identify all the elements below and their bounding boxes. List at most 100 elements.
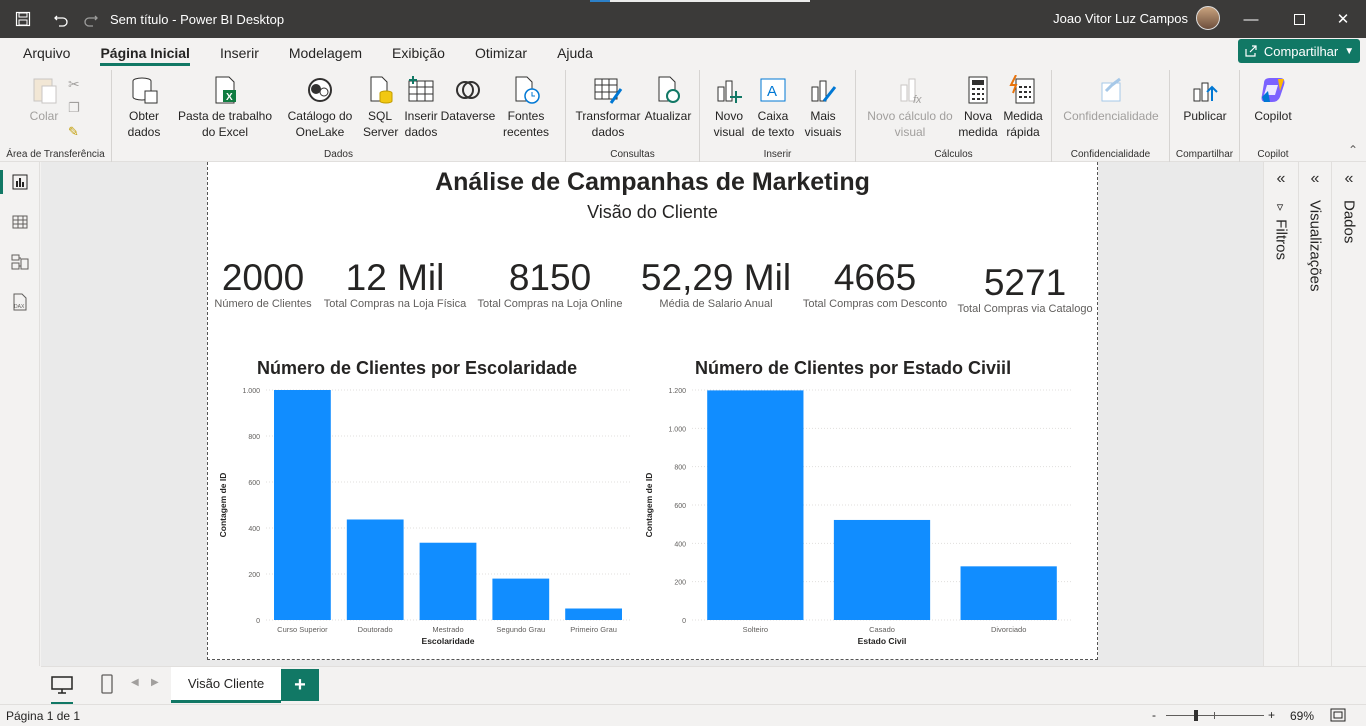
window-title: Sem título - Power BI Desktop xyxy=(110,11,285,27)
redo-icon[interactable] xyxy=(76,0,106,38)
text-box-button[interactable]: A Caixa de texto xyxy=(748,74,798,140)
bar[interactable] xyxy=(707,390,804,620)
zoom-level[interactable]: 69% xyxy=(1290,709,1314,723)
tab-otimizar[interactable]: Otimizar xyxy=(460,45,542,66)
next-page-icon[interactable]: ▶ xyxy=(151,677,159,688)
cut-icon[interactable]: ✂ xyxy=(68,76,80,93)
bar[interactable] xyxy=(833,519,931,620)
copilot-icon xyxy=(1258,74,1288,106)
kpi-card[interactable]: 12 Mil Total Compras na Loja Física xyxy=(320,258,470,311)
user-name[interactable]: Joao Vitor Luz Campos xyxy=(1053,11,1188,26)
search-box[interactable] xyxy=(590,0,810,2)
minimize-icon[interactable]: — xyxy=(1228,0,1274,38)
collapse-ribbon-icon[interactable]: ⌃ xyxy=(1348,143,1358,157)
bar-chart-escolaridade[interactable]: 0 200 400 600 800 1.000 Curso Superior Doutorad… xyxy=(214,382,634,672)
tab-pagina-inicial[interactable]: Página Inicial xyxy=(85,45,204,66)
visualizations-pane[interactable]: « Visualizações xyxy=(1298,162,1331,666)
fit-page-icon[interactable] xyxy=(1330,708,1346,725)
bar[interactable] xyxy=(565,608,622,621)
close-icon[interactable]: ✕ xyxy=(1320,0,1366,38)
transform-data-button[interactable]: Transformar dados xyxy=(572,74,644,140)
mobile-layout-icon[interactable] xyxy=(101,674,113,699)
share-button[interactable]: Compartilhar ▼ xyxy=(1238,39,1360,63)
tab-exibicao[interactable]: Exibição xyxy=(377,45,460,66)
zoom-slider-thumb[interactable] xyxy=(1194,710,1198,721)
sensitivity-button[interactable]: Confidencialidade xyxy=(1056,74,1166,124)
new-visual-calc-button[interactable]: fx Novo cálculo do visual xyxy=(862,74,958,140)
tab-ajuda[interactable]: Ajuda xyxy=(542,45,608,66)
copilot-label: Copilot xyxy=(1254,109,1292,123)
report-view-icon[interactable] xyxy=(0,162,40,202)
bar[interactable] xyxy=(346,519,404,620)
y-tick-label: 200 xyxy=(248,572,260,579)
publish-button[interactable]: Publicar xyxy=(1176,74,1234,124)
publish-icon xyxy=(1190,74,1220,106)
desktop-layout-icon[interactable] xyxy=(51,675,73,704)
copilot-button[interactable]: Copilot xyxy=(1246,74,1300,124)
tab-arquivo[interactable]: Arquivo xyxy=(8,45,85,66)
data-pane[interactable]: « Dados xyxy=(1331,162,1366,666)
zoom-in-button[interactable]: + xyxy=(1268,708,1275,722)
kpi-card[interactable]: 5271 Total Compras via Catalogo xyxy=(956,263,1094,316)
onelake-button[interactable]: Catálogo do OneLake xyxy=(280,74,360,140)
report-page[interactable]: Análise de Campanhas de Marketing Visão … xyxy=(207,162,1098,660)
model-view-icon[interactable] xyxy=(0,242,40,282)
maximize-icon[interactable] xyxy=(1276,0,1322,38)
save-icon[interactable] xyxy=(0,0,46,38)
copy-icon[interactable]: ❐ xyxy=(68,100,80,116)
kpi-label: Total Compras via Catalogo xyxy=(957,303,1093,315)
bar-chart-estado-civil[interactable]: 0 200 400 600 800 1.000 1.200 Solteiro Casado Div… xyxy=(640,382,1080,672)
page-tab-visao-cliente[interactable]: Visão Cliente xyxy=(171,667,281,703)
tab-modelagem[interactable]: Modelagem xyxy=(274,45,377,66)
expand-icon[interactable]: « xyxy=(1332,170,1366,188)
dataverse-button[interactable]: Dataverse xyxy=(440,74,496,124)
kpi-card[interactable]: 4665 Total Compras com Desconto xyxy=(800,258,950,311)
x-tick-label: Divorciado xyxy=(991,625,1026,634)
group-label: Inserir xyxy=(763,149,792,160)
zoom-out-button[interactable]: - xyxy=(1152,708,1156,722)
report-title[interactable]: Análise de Campanhas de Marketing xyxy=(208,168,1097,197)
ribbon-tabs: Arquivo Página Inicial Inserir Modelagem… xyxy=(0,38,1366,66)
kpi-card[interactable]: 52,29 Mil Média de Salario Anual xyxy=(638,258,794,311)
chevron-down-icon: ▼ xyxy=(1344,45,1355,57)
recent-sources-button[interactable]: Fontes recentes xyxy=(496,74,556,140)
sql-server-button[interactable]: SQL Server xyxy=(360,74,400,140)
zoom-slider[interactable] xyxy=(1166,710,1264,721)
report-subtitle[interactable]: Visão do Cliente xyxy=(208,202,1097,223)
bar[interactable] xyxy=(492,578,550,620)
dataverse-label: Dataverse xyxy=(440,109,496,123)
x-tick-label: Curso Superior xyxy=(277,625,328,634)
y-tick-label: 1.200 xyxy=(668,388,686,395)
refresh-button[interactable]: Atualizar xyxy=(642,74,694,124)
onelake-label: Catálogo do OneLake xyxy=(287,109,353,139)
new-visual-label: Novo visual xyxy=(713,109,745,139)
new-visual-calc-label: Novo cálculo do visual xyxy=(867,109,953,139)
new-visual-button[interactable]: Novo visual xyxy=(708,74,750,140)
expand-icon[interactable]: « xyxy=(1264,170,1298,188)
table-view-icon[interactable] xyxy=(0,202,40,242)
enter-data-button[interactable]: Inserir dados xyxy=(400,74,442,140)
more-visuals-button[interactable]: Mais visuais xyxy=(798,74,848,140)
dax-query-view-icon[interactable]: DAX xyxy=(0,282,40,322)
refresh-label: Atualizar xyxy=(644,109,692,123)
tab-inserir[interactable]: Inserir xyxy=(205,45,274,66)
excel-button[interactable]: X Pasta de trabalho do Excel xyxy=(168,74,282,140)
get-data-button[interactable]: Obter dados xyxy=(118,74,170,140)
paste-button[interactable]: Colar xyxy=(24,74,64,124)
transform-label: Transformar dados xyxy=(575,109,641,139)
sensitivity-label: Confidencialidade xyxy=(1063,109,1159,123)
kpi-card[interactable]: 2000 Número de Clientes xyxy=(212,258,314,311)
add-page-button[interactable]: + xyxy=(281,669,319,701)
expand-icon[interactable]: « xyxy=(1299,170,1331,188)
filters-pane[interactable]: « ▿ Filtros xyxy=(1263,162,1298,666)
avatar[interactable] xyxy=(1196,6,1220,30)
undo-icon[interactable] xyxy=(46,0,76,38)
bar[interactable] xyxy=(274,390,331,620)
kpi-card[interactable]: 8150 Total Compras na Loja Online xyxy=(474,258,626,311)
bar[interactable] xyxy=(419,542,477,620)
new-measure-button[interactable]: Nova medida xyxy=(956,74,1000,140)
prev-page-icon[interactable]: ◀ xyxy=(131,677,139,688)
format-painter-icon[interactable]: ✎ xyxy=(68,124,79,140)
quick-measure-button[interactable]: Medida rápida xyxy=(1000,74,1046,140)
bar[interactable] xyxy=(960,566,1057,620)
